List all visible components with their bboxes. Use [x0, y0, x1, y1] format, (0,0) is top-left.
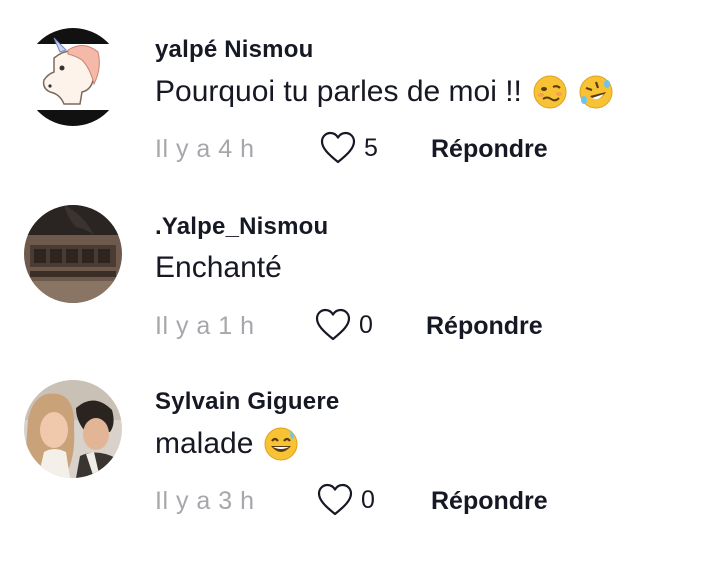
- reply-button[interactable]: Répondre: [426, 312, 543, 341]
- comment-time: Il y a 3 h: [155, 487, 255, 515]
- like-button[interactable]: 5: [320, 131, 378, 165]
- comment-body: malade: [155, 427, 254, 460]
- reply-button[interactable]: Répondre: [431, 487, 548, 516]
- like-button[interactable]: 0: [315, 308, 373, 342]
- reply-button[interactable]: Répondre: [431, 135, 548, 164]
- comment-time: Il y a 4 h: [155, 135, 255, 163]
- avatar[interactable]: [24, 205, 122, 303]
- like-count: 5: [364, 133, 378, 162]
- couple-avatar-image: [24, 380, 122, 478]
- avatar[interactable]: [24, 28, 122, 126]
- comment-time: Il y a 1 h: [155, 312, 255, 340]
- grinning-face-with-sweat-emoji: [263, 426, 299, 462]
- comment-item: Sylvain Giguere malade Il y a 3 h 0 Répo…: [0, 378, 724, 548]
- unicorn-avatar-image: [24, 28, 122, 126]
- comment-text: Pourquoi tu parles de moi !!: [155, 74, 614, 110]
- avatar[interactable]: [24, 380, 122, 478]
- tattoo-avatar-image: [24, 205, 122, 303]
- comment-meta: Il y a 1 h 0 Répondre: [155, 308, 715, 344]
- comment-username[interactable]: Sylvain Giguere: [155, 388, 339, 416]
- heart-icon: [315, 308, 351, 341]
- heart-icon: [317, 483, 353, 516]
- comment-username[interactable]: yalpé Nismou: [155, 36, 313, 64]
- like-count: 0: [361, 485, 375, 514]
- comment-text: malade: [155, 426, 299, 462]
- comment-item: yalpé Nismou Pourquoi tu parles de moi !…: [0, 26, 724, 196]
- comment-item: .Yalpe_Nismou Enchanté Il y a 1 h 0 Répo…: [0, 203, 724, 373]
- comment-body: Pourquoi tu parles de moi !!: [155, 75, 522, 108]
- woozy-face-emoji: [532, 74, 568, 110]
- comment-username[interactable]: .Yalpe_Nismou: [155, 213, 328, 241]
- like-button[interactable]: 0: [317, 483, 375, 517]
- rolling-on-floor-laughing-emoji: [578, 74, 614, 110]
- comment-meta: Il y a 4 h 5 Répondre: [155, 131, 715, 167]
- comment-meta: Il y a 3 h 0 Répondre: [155, 483, 715, 519]
- comment-text: Enchanté: [155, 251, 282, 285]
- like-count: 0: [359, 310, 373, 339]
- comment-body: Enchanté: [155, 251, 282, 284]
- heart-icon: [320, 131, 356, 164]
